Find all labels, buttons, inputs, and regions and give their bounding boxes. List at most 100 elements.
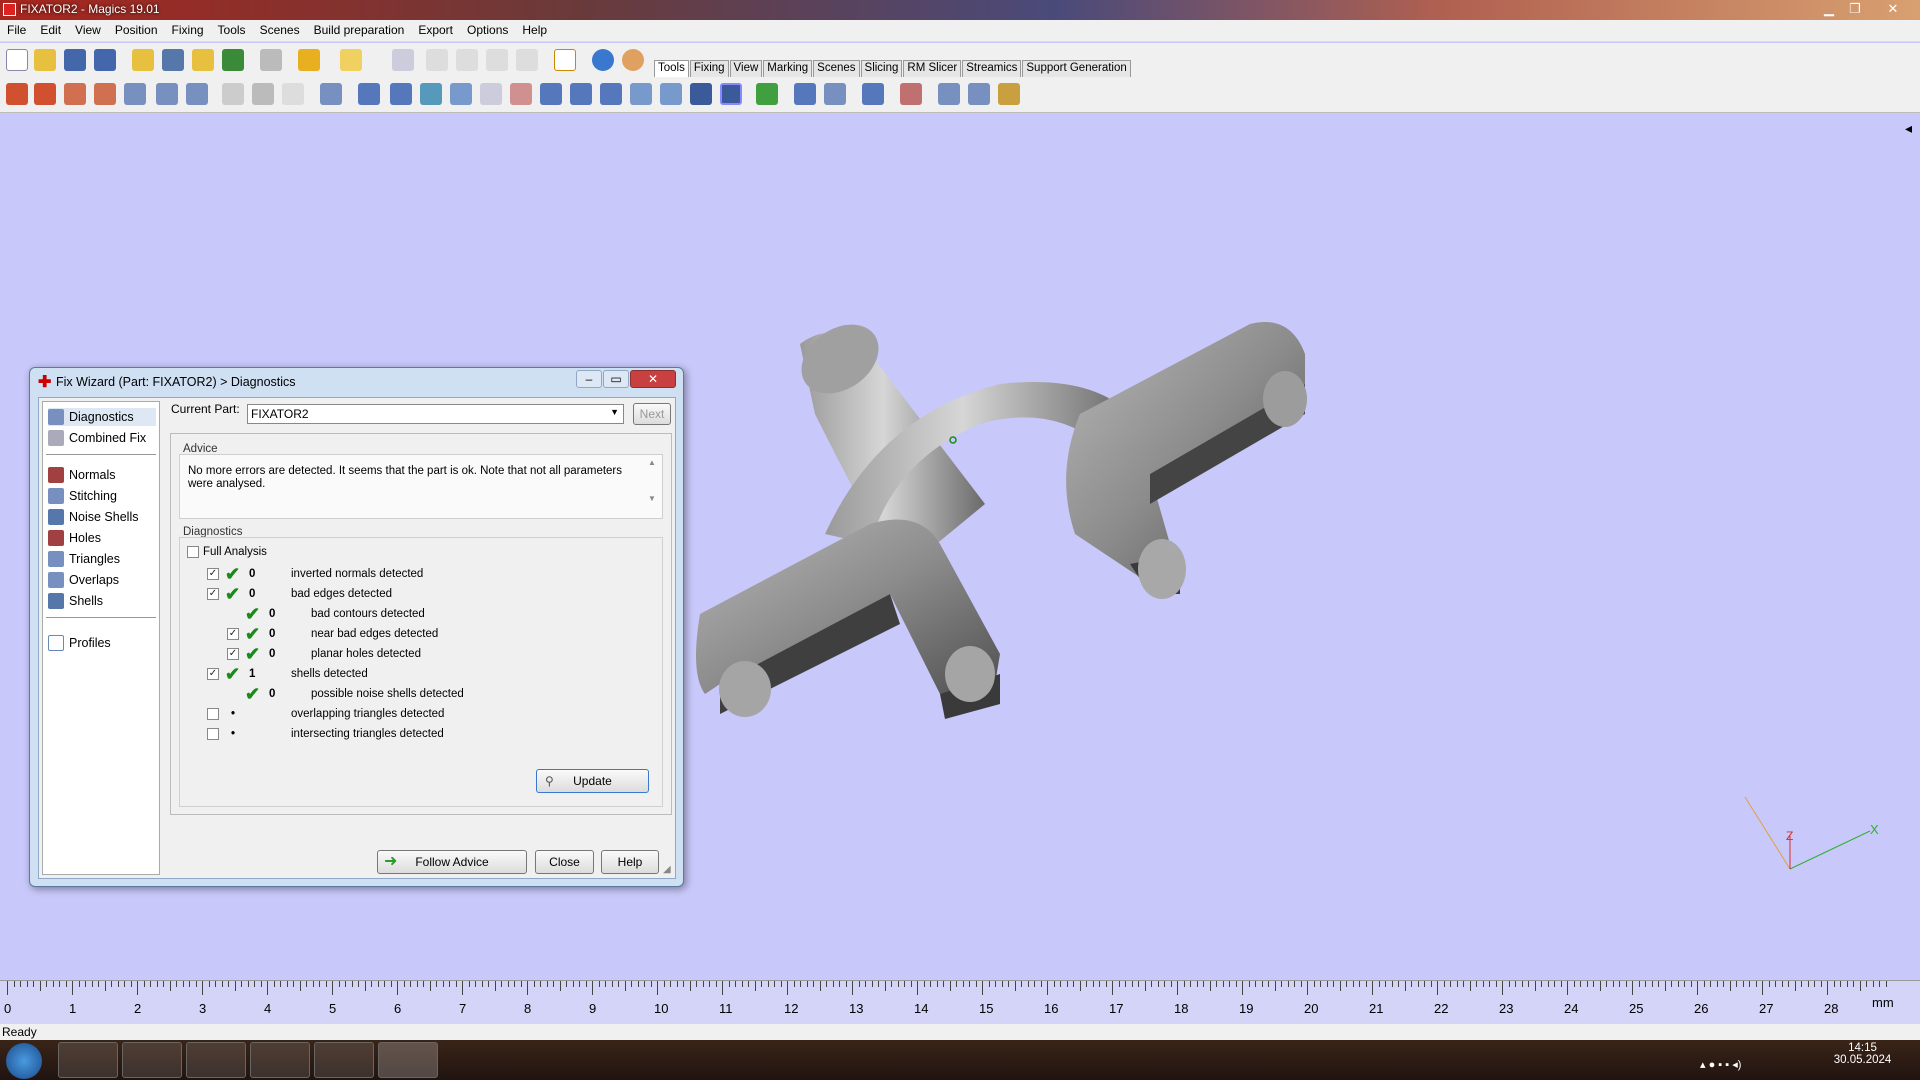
unload-part-icon[interactable] (222, 49, 244, 71)
help-button[interactable]: Help (601, 850, 659, 874)
import-part-icon[interactable] (132, 49, 154, 71)
tab-rm-slicer[interactable]: RM Slicer (903, 60, 962, 78)
follow-advice-button[interactable]: ➜ Follow Advice (377, 850, 527, 874)
nav-noise-shells[interactable]: Noise Shells (48, 508, 138, 526)
tool-taskbar-icon[interactable] (314, 1042, 374, 1078)
translate-icon[interactable] (6, 83, 28, 105)
settings-icon[interactable] (938, 83, 960, 105)
checkbox[interactable]: ✓ (227, 628, 239, 640)
dialog-minimize-button[interactable]: – (576, 370, 602, 388)
app-taskbar-icon[interactable] (250, 1042, 310, 1078)
base-plate-icon[interactable] (690, 83, 712, 105)
load-icon[interactable] (192, 49, 214, 71)
copy-icon[interactable] (252, 83, 274, 105)
package-icon[interactable] (998, 83, 1020, 105)
hatch-icon[interactable] (968, 83, 990, 105)
nav-shells[interactable]: Shells (48, 592, 103, 610)
print-icon[interactable] (260, 49, 282, 71)
section-icon[interactable] (510, 83, 532, 105)
rotate-view-icon[interactable] (426, 49, 448, 71)
label-icon[interactable] (824, 83, 846, 105)
mirror-icon[interactable] (94, 83, 116, 105)
checkbox[interactable] (187, 546, 199, 558)
checkbox[interactable]: ✓ (207, 668, 219, 680)
full-analysis-checkbox[interactable]: Full Analysis (187, 546, 267, 558)
surface-icon[interactable] (660, 83, 682, 105)
tab-scenes[interactable]: Scenes (813, 60, 860, 78)
nav-holes[interactable]: Holes (48, 529, 101, 547)
shell-icon[interactable] (600, 83, 622, 105)
texture-icon[interactable] (900, 83, 922, 105)
boolean-icon[interactable] (358, 83, 380, 105)
hollow-icon[interactable] (390, 83, 412, 105)
menu-position[interactable]: Position (108, 20, 165, 37)
save-part-icon[interactable] (162, 49, 184, 71)
menu-edit[interactable]: Edit (33, 20, 68, 37)
wall-thickness-icon[interactable] (540, 83, 562, 105)
nav-stitching[interactable]: Stitching (48, 487, 117, 505)
perforate-icon[interactable] (720, 83, 742, 105)
nav-normals[interactable]: Normals (48, 466, 116, 484)
menu-fixing[interactable]: Fixing (165, 20, 211, 37)
measure-icon[interactable] (794, 83, 816, 105)
tab-view[interactable]: View (729, 60, 763, 78)
nav-combined-fix[interactable]: Combined Fix (48, 429, 146, 447)
nav-profiles[interactable]: Profiles (48, 634, 111, 652)
select-icon[interactable] (392, 49, 414, 71)
chrome-taskbar-icon[interactable] (58, 1042, 118, 1078)
open-folder-icon[interactable] (34, 49, 56, 71)
menu-tools[interactable]: Tools (211, 20, 253, 37)
checkbox[interactable] (207, 728, 219, 740)
explorer-taskbar-icon[interactable] (122, 1042, 182, 1078)
merge-icon[interactable] (186, 83, 208, 105)
help-icon[interactable] (592, 49, 614, 71)
hand-icon[interactable] (320, 83, 342, 105)
rotate-icon[interactable] (64, 83, 86, 105)
menu-file[interactable]: File (0, 20, 33, 37)
next-button[interactable]: Next (633, 403, 671, 425)
zoom-fit-icon[interactable] (516, 49, 538, 71)
update-button[interactable]: ⚲ Update (536, 769, 649, 793)
advice-scrollbar[interactable]: ▲ ▼ (644, 458, 660, 516)
pin-icon[interactable]: ◂ (1905, 120, 1912, 137)
save-icon[interactable] (64, 49, 86, 71)
scale-icon[interactable] (124, 83, 146, 105)
box-icon[interactable] (862, 83, 884, 105)
tab-streamics[interactable]: Streamics (962, 60, 1022, 78)
assistant-icon[interactable] (622, 49, 644, 71)
minimize-button[interactable]: ▁ (1816, 0, 1842, 17)
menu-options[interactable]: Options (460, 20, 515, 37)
nav-overlaps[interactable]: Overlaps (48, 571, 119, 589)
pan-icon[interactable] (456, 49, 478, 71)
clock[interactable]: 14:15 30.05.2024 (1825, 1042, 1900, 1066)
move-icon[interactable] (34, 83, 56, 105)
close-button[interactable]: Close (535, 850, 594, 874)
restore-button[interactable]: ❐ (1842, 0, 1868, 17)
tab-slicing[interactable]: Slicing (860, 60, 903, 78)
menu-build-preparation[interactable]: Build preparation (307, 20, 412, 37)
resize-grip-icon[interactable]: ◢ (663, 864, 671, 875)
close-window-button[interactable]: ✕ (1868, 0, 1918, 17)
new-file-icon[interactable] (6, 49, 28, 71)
nav-triangles[interactable]: Triangles (48, 550, 120, 568)
magics-taskbar-icon[interactable] (378, 1042, 438, 1078)
checkbox[interactable]: ✓ (207, 568, 219, 580)
cut-icon[interactable] (222, 83, 244, 105)
tab-marking[interactable]: Marking (763, 60, 813, 78)
tab-support-generation[interactable]: Support Generation (1022, 60, 1131, 78)
checkbox[interactable]: ✓ (227, 648, 239, 660)
menu-help[interactable]: Help (515, 20, 554, 37)
paste-icon[interactable] (282, 83, 304, 105)
dialog-maximize-button[interactable]: ▭ (603, 370, 629, 388)
fix-wizard-icon[interactable] (554, 49, 576, 71)
split-icon[interactable] (756, 83, 778, 105)
duplicate-icon[interactable] (156, 83, 178, 105)
redo-icon[interactable] (340, 49, 362, 71)
extrude-icon[interactable] (570, 83, 592, 105)
dialog-close-button[interactable]: ✕ (630, 370, 676, 388)
offset-icon[interactable] (420, 83, 442, 105)
paint-taskbar-icon[interactable] (186, 1042, 246, 1078)
menu-scenes[interactable]: Scenes (253, 20, 307, 37)
menu-export[interactable]: Export (411, 20, 460, 37)
start-button[interactable] (6, 1043, 42, 1079)
